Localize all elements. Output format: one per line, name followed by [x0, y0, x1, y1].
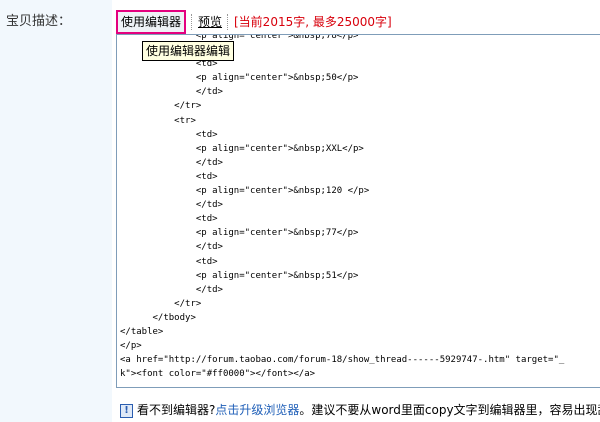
info-icon: !: [120, 403, 133, 418]
toolbar-divider: [227, 14, 229, 30]
use-editor-button[interactable]: 使用编辑器: [116, 10, 187, 34]
editor-toolbar: 使用编辑器 预览 [当前2015字, 最多25000字]: [116, 10, 600, 34]
description-textarea[interactable]: <p align="center">&nbsp;78</p> </td> <td…: [116, 34, 600, 388]
field-label-description: 宝贝描述：: [6, 14, 72, 29]
hint-question: 看不到编辑器?: [137, 403, 216, 417]
html-source-text[interactable]: <p align="center">&nbsp;78</p> </td> <td…: [120, 35, 564, 381]
hint-advice: 。建议不要从word里面copy文字到编辑器里，容易出现乱: [299, 403, 600, 417]
preview-link[interactable]: 预览: [198, 13, 222, 31]
upgrade-browser-link[interactable]: 点击升级浏览器: [215, 403, 299, 417]
label-column: 宝贝描述：: [0, 0, 112, 422]
editor-tooltip: 使用编辑器编辑: [142, 41, 235, 61]
char-count: [当前2015字, 最多25000字]: [234, 15, 392, 29]
browser-hint: ! 看不到编辑器?点击升级浏览器。建议不要从word里面copy文字到编辑器里，容…: [116, 400, 600, 420]
toolbar-divider: [191, 14, 193, 30]
